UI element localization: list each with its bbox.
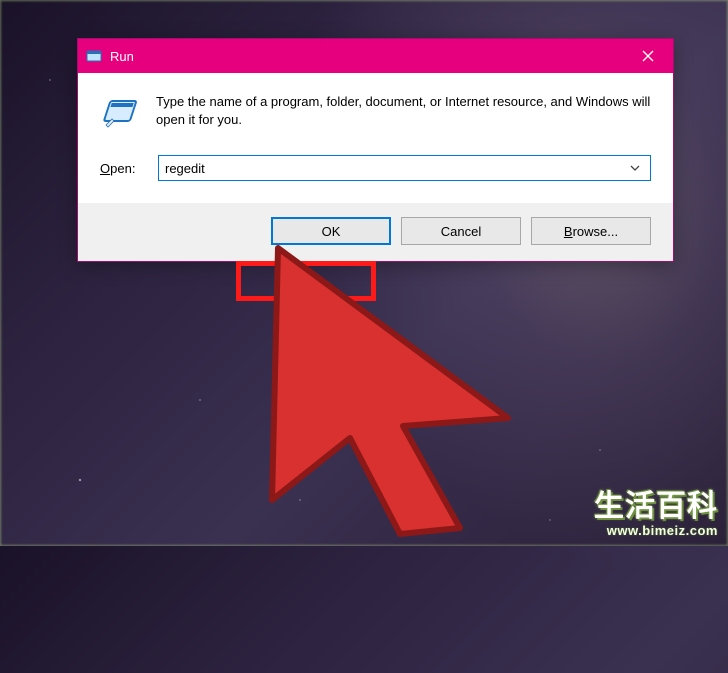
browse-button-label: Browse... — [564, 224, 618, 239]
cancel-button-label: Cancel — [441, 224, 481, 239]
dialog-body: Type the name of a program, folder, docu… — [78, 73, 673, 181]
close-button[interactable] — [623, 39, 673, 73]
titlebar[interactable]: Run — [78, 39, 673, 73]
run-titlebar-icon — [86, 48, 102, 64]
browse-button[interactable]: Browse... — [531, 217, 651, 245]
close-icon — [642, 50, 654, 62]
chevron-down-icon[interactable] — [626, 165, 644, 171]
run-dialog: Run Type the name of a program, folder, … — [77, 38, 674, 262]
button-bar: OK Cancel Browse... — [78, 203, 673, 261]
open-combobox[interactable]: regedit — [158, 155, 651, 181]
ok-button[interactable]: OK — [271, 217, 391, 245]
run-program-icon — [100, 93, 140, 133]
open-input-value: regedit — [165, 161, 626, 176]
open-label: Open: — [100, 161, 144, 176]
run-description: Type the name of a program, folder, docu… — [156, 93, 651, 128]
titlebar-title: Run — [110, 49, 134, 64]
ok-button-label: OK — [322, 224, 341, 239]
cancel-button[interactable]: Cancel — [401, 217, 521, 245]
